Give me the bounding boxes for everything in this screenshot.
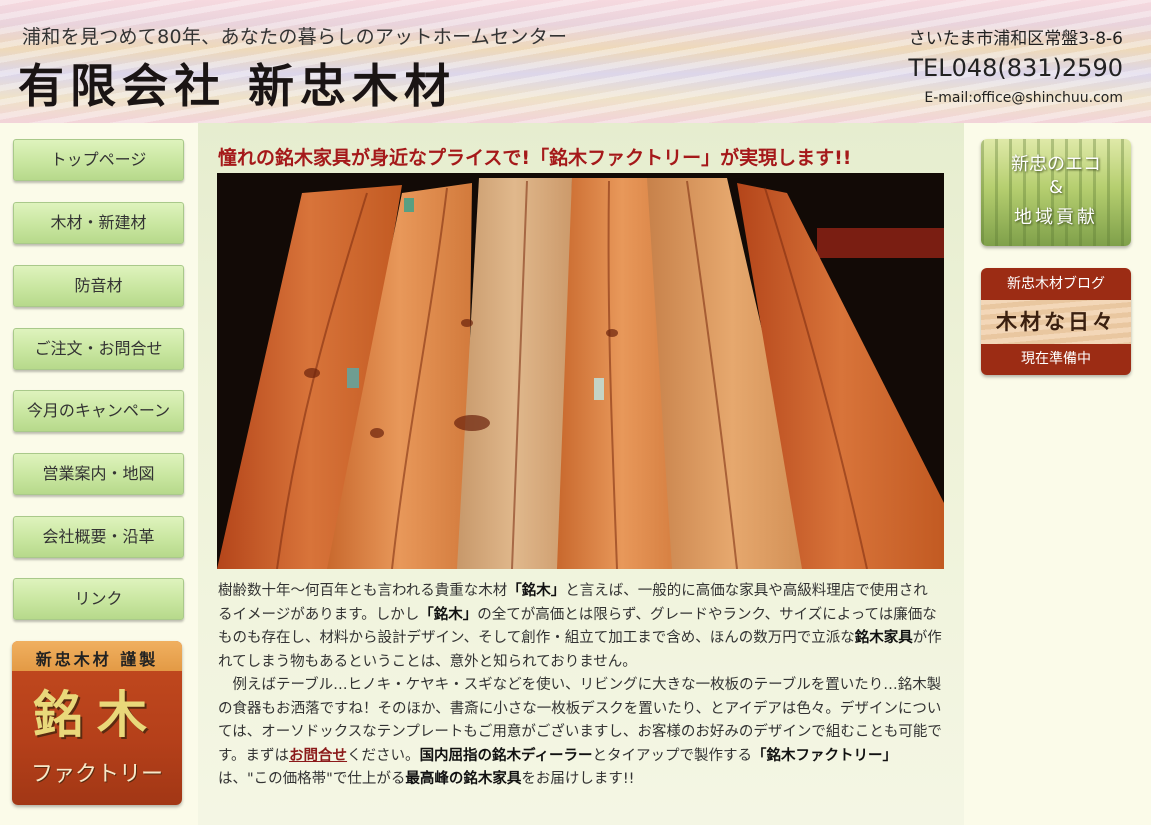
company-logo[interactable]: 有限会社 新忠木材 (18, 50, 456, 116)
p2-emph-factory: 「銘木ファクトリー」 (752, 747, 898, 764)
p2-emph-dealer: 国内屈指の銘木ディーラー (419, 747, 593, 764)
nav-campaign[interactable]: 今月のキャンペーン (13, 390, 184, 432)
p1-emph-meiboku-1: 「銘木」 (507, 583, 566, 599)
nav-company-history[interactable]: 会社概要・沿革 (13, 516, 184, 558)
nav-lumber[interactable]: 木材・新建材 (13, 202, 184, 244)
eco-community-banner[interactable]: 新忠のエコ & 地域貢献 (981, 139, 1131, 246)
blog-banner[interactable]: 新忠木材ブログ 木材な日々 現在準備中 (981, 268, 1131, 375)
eco-line-2: & (1048, 177, 1064, 198)
phone-number: TEL048(831)2590 (908, 54, 1123, 82)
blog-banner-status: 現在準備中 (1021, 351, 1091, 367)
p2-text-2: ください。 (347, 747, 420, 764)
p1-text-1: 樹齢数十年～何百年とも言われる貴重な木材 (218, 583, 508, 599)
wood-planks-photo (217, 173, 944, 569)
intro-text: 樹齢数十年～何百年とも言われる貴重な木材「銘木」と言えば、一般的に高価な家具や高… (218, 580, 942, 792)
blog-banner-head: 新忠木材ブログ (1007, 276, 1105, 292)
eco-line-1: 新忠のエコ (1011, 154, 1101, 175)
site-header: 浦和を見つめて80年、あなたの暮らしのアットホームセンター 有限会社 新忠木材 … (0, 0, 1151, 124)
p1-emph-meiboku-2: 「銘木」 (419, 606, 478, 623)
contact-link[interactable]: お問合せ (289, 748, 347, 764)
email-address: E-mail:office@shinchuu.com (924, 90, 1123, 106)
banner-main-text: 銘木 (33, 685, 161, 744)
nav-links[interactable]: リンク (13, 578, 184, 620)
banner-maker-text: 新忠木材 謹製 (35, 650, 159, 669)
p2-text-3: とタイアップで製作する (592, 747, 753, 764)
nav-top-page[interactable]: トップページ (13, 139, 184, 181)
banner-sub-text: ファクトリー (30, 762, 163, 787)
meiboku-factory-banner[interactable]: 新忠木材 謹製 銘木 ファクトリー (12, 641, 182, 805)
p2-text-4: は、"この価格帯"で仕上がる (218, 771, 406, 787)
p1-emph-furniture: 銘木家具 (854, 630, 913, 646)
p2-emph-best-furniture: 最高峰の銘木家具 (405, 771, 522, 787)
nav-soundproofing[interactable]: 防音材 (13, 265, 184, 307)
company-address: さいたま市浦和区常盤3-8-6 (908, 29, 1123, 49)
blog-banner-title: 木材な日々 (981, 300, 1131, 344)
main-headline: 憧れの銘木家具が身近なプライスで!「銘木ファクトリー」が実現します!! (218, 147, 852, 169)
p2-text-5: をお届けします!! (521, 771, 635, 787)
eco-line-3: 地域貢献 (1014, 207, 1098, 228)
planks-illustration (217, 173, 944, 569)
nav-business-map[interactable]: 営業案内・地図 (13, 453, 184, 495)
nav-order-contact[interactable]: ご注文・お問合せ (13, 328, 184, 370)
tagline: 浦和を見つめて80年、あなたの暮らしのアットホームセンター (22, 26, 568, 48)
